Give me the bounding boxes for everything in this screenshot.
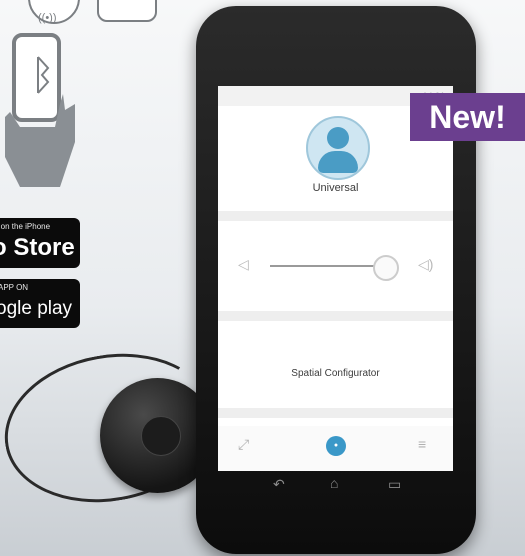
- volume-control: ◁ ◁): [218, 231, 453, 301]
- avatar-head: [327, 127, 349, 149]
- divider: [218, 311, 453, 321]
- google-play-badge[interactable]: APP ON ogle play: [0, 279, 80, 328]
- avatar-body: [318, 151, 358, 173]
- tab-left-icon[interactable]: ⤢: [238, 436, 249, 453]
- back-icon[interactable]: ↶: [273, 476, 285, 493]
- google-play-badge-caption: APP ON: [0, 283, 29, 292]
- volume-slider-thumb[interactable]: [373, 255, 399, 281]
- google-play-badge-title: ogle play: [0, 298, 73, 319]
- app-store-badge-caption: e on the iPhone: [0, 222, 51, 231]
- app-screen: 14:01 Universal ◁ ◁) Spatial Configurato…: [218, 86, 453, 471]
- divider: [218, 408, 453, 418]
- spatial-configurator-button[interactable]: Spatial Configurator: [218, 368, 453, 379]
- menu-icon[interactable]: ≡: [418, 436, 426, 452]
- android-nav-bar: ↶ ⌂ ▭: [218, 471, 453, 501]
- volume-min-icon: ◁: [238, 256, 249, 272]
- recent-apps-icon[interactable]: ▭: [388, 476, 401, 493]
- app-store-badge-title: o Store: [0, 234, 75, 261]
- bottom-tab-bar: ⤢ ● ≡: [218, 426, 453, 471]
- wifi-icon: ((•)): [38, 12, 57, 24]
- tab-center-active-icon[interactable]: ●: [326, 436, 346, 456]
- app-store-badge[interactable]: e on the iPhone o Store: [0, 218, 80, 268]
- volume-max-icon: ◁): [418, 256, 434, 272]
- device-button: [141, 416, 181, 456]
- volume-slider-track[interactable]: [270, 265, 390, 267]
- hand-with-phone-bluetooth-illustration: [5, 33, 75, 187]
- rounded-square-icon: [97, 0, 157, 22]
- new-badge: New!: [410, 93, 525, 141]
- phone-device: 14:01 Universal ◁ ◁) Spatial Configurato…: [196, 6, 476, 554]
- divider: [218, 211, 453, 221]
- avatar[interactable]: [306, 116, 370, 180]
- program-name: Universal: [312, 182, 359, 194]
- home-icon[interactable]: ⌂: [330, 475, 338, 491]
